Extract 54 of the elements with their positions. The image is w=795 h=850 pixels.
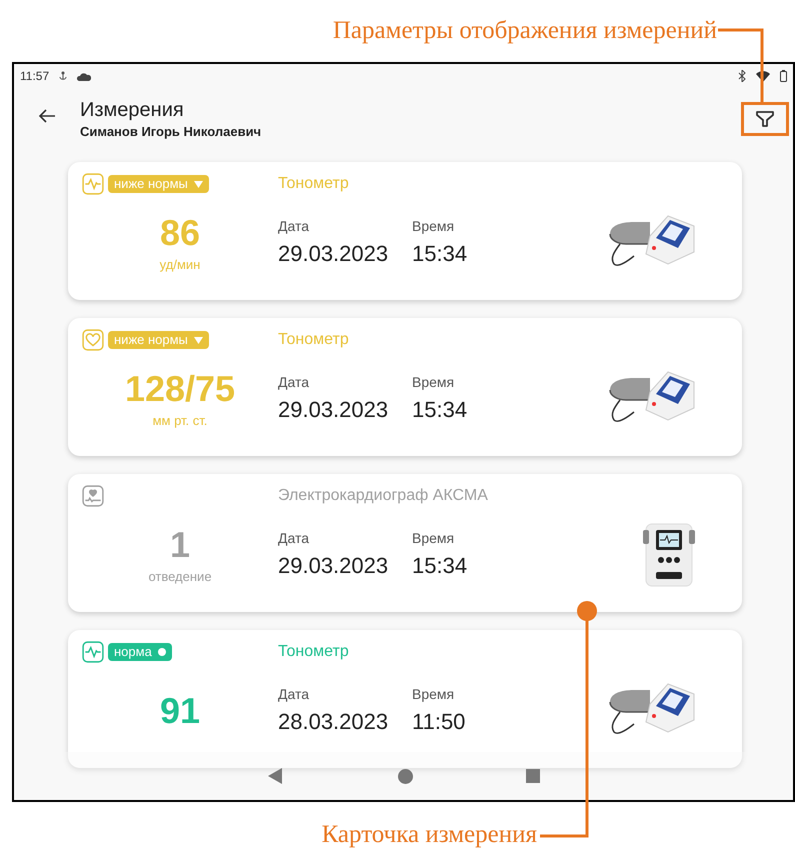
date-label: Дата (278, 529, 310, 548)
time-value: 15:34 (412, 552, 468, 580)
wifi-icon (756, 70, 770, 82)
home-nav-icon[interactable] (398, 768, 413, 784)
date-value: 29.03.2023 (278, 240, 390, 268)
annotation-label: Карточка измерения (322, 820, 537, 850)
annotation-label: Параметры отображения измерений (332, 16, 717, 46)
triangle-down-icon (194, 180, 203, 188)
filter-button[interactable] (741, 102, 789, 136)
measurement-card[interactable]: ниже нормы Тонометр 128/75 мм рт. ст. Дата 29.03.2023 Время 15:34 (68, 318, 742, 456)
status-badge: ниже нормы (108, 175, 209, 193)
battery-icon (780, 70, 787, 82)
date-label: Дата (278, 217, 310, 236)
date-label: Дата (278, 373, 310, 392)
status-time: 11:57 (20, 68, 50, 85)
time-value: 11:50 (412, 708, 466, 736)
bluetooth-icon (738, 70, 746, 82)
time-value: 15:34 (412, 240, 468, 268)
date-value: 29.03.2023 (278, 552, 390, 580)
time-label: Время (412, 529, 456, 548)
cloud-icon (77, 72, 92, 80)
measurement-card[interactable]: Электрокардиограф АКСМА 1 отведение Дата 29.03.2023 Время 15:34 (68, 474, 742, 612)
status-badge: норма (108, 643, 172, 661)
measurement-unit: уд/мин (160, 256, 200, 274)
time-label: Время (412, 217, 456, 236)
time-label: Время (412, 373, 456, 392)
date-value: 29.03.2023 (278, 396, 390, 424)
back-arrow-icon[interactable] (38, 108, 56, 124)
date-value: 28.03.2023 (278, 708, 390, 736)
pulse-icon (82, 641, 104, 663)
date-label: Дата (278, 685, 310, 704)
back-nav-icon[interactable] (268, 768, 282, 784)
heart-monitor-icon (82, 485, 104, 507)
device-name: Тонометр (278, 642, 349, 662)
measurement-card[interactable]: норма Тонометр 91 Дата 28.03.2023 Время 11:50 (68, 630, 742, 768)
measurement-value: 91 (160, 689, 200, 733)
status-badge: ниже нормы (108, 331, 209, 349)
measurement-value: 128/75 (124, 367, 236, 412)
page-title: Измерения (80, 98, 185, 122)
time-label: Время (412, 685, 456, 704)
time-value: 15:34 (412, 396, 468, 424)
filter-icon (755, 110, 775, 128)
dot-icon (158, 648, 166, 656)
measurement-card[interactable]: ниже нормы Тонометр 86 уд/мин Дата 29.03.2023 Время 15:34 (68, 162, 742, 300)
device-name: Электрокардиограф АКСМА (278, 486, 488, 506)
measurement-value: 1 (170, 523, 190, 568)
device-name: Тонометр (278, 174, 349, 194)
measurement-value: 86 (160, 211, 200, 256)
measurement-unit: мм рт. ст. (152, 412, 208, 430)
patient-name: Симанов Игорь Николаевич (80, 123, 262, 141)
triangle-down-icon (194, 336, 203, 344)
device-name: Тонометр (278, 330, 349, 350)
pulse-icon (82, 173, 104, 195)
measurement-unit: отведение (148, 568, 212, 586)
